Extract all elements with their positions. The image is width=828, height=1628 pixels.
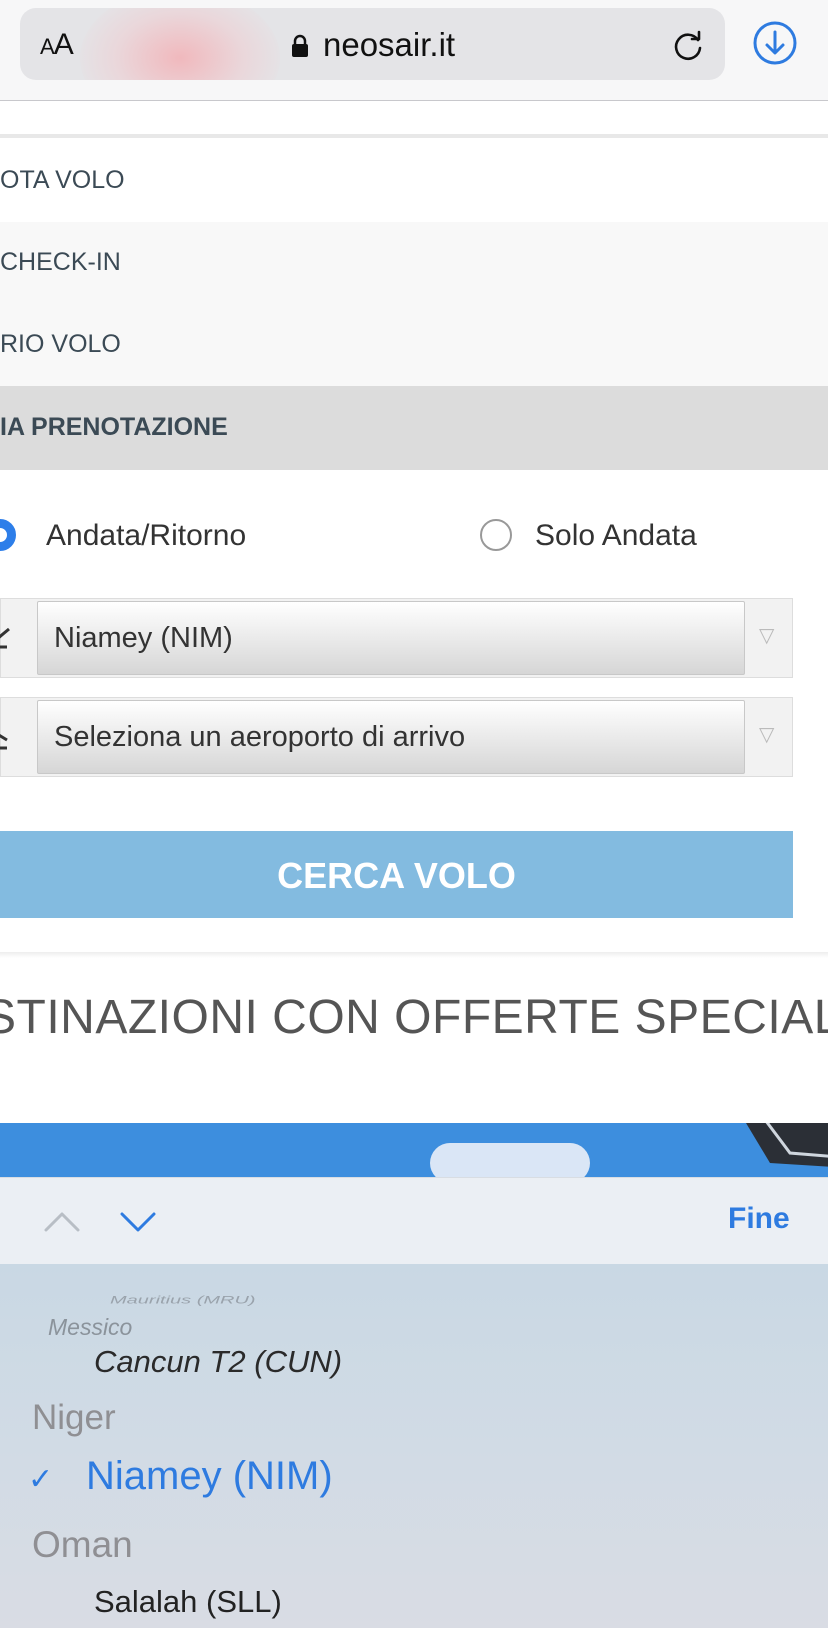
menu-item-label: RIO VOLO [0,330,121,358]
text-size-button[interactable]: AA [40,28,74,62]
radio-label-solo-andata[interactable]: Solo Andata [535,519,697,553]
picker-group-label: Messico [48,1314,133,1340]
picker-option[interactable]: Cancun T2 (CUN) [94,1344,342,1380]
arrival-select[interactable]: Seleziona un aeroporto di arrivo ▽ [0,697,793,777]
url-text: neosair.it [323,26,456,63]
chevron-down-icon: ▽ [759,724,775,746]
trip-type-group: Andata/Ritorno Solo Andata [0,505,828,565]
arrival-placeholder: Seleziona un aeroporto di arrivo [54,721,466,753]
chevron-up-icon[interactable] [42,1204,82,1238]
checkmark-icon: ✓ [28,1463,54,1496]
picker-option[interactable]: Mauritius (MRU) [110,1294,256,1307]
airport-picker-wheel[interactable]: Mauritius (MRU) Messico Cancun T2 (CUN) … [0,1264,828,1628]
special-offers-heading: STINAZIONI CON OFFERTE SPECIALI [0,991,828,1044]
arrival-select-box[interactable]: Seleziona un aeroporto di arrivo [37,700,745,774]
picker-toolbar: Fine [0,1177,828,1265]
picker-option-selected[interactable]: Niamey (NIM) [86,1454,333,1499]
takeoff-icon [0,627,10,649]
menu-item-check-in[interactable]: CHECK-IN [0,222,828,304]
lock-icon [292,34,308,57]
menu-item-label: OTA VOLO [0,166,125,194]
download-icon[interactable] [752,20,798,66]
address-bar[interactable]: AA neosair.it [20,8,725,80]
chevron-down-icon[interactable] [118,1204,158,1238]
radio-solo-andata[interactable] [480,519,512,551]
menu-item-stato-volo[interactable]: OTA VOLO [0,140,828,222]
form-shadow [0,952,828,958]
menu-item-orario-volo[interactable]: RIO VOLO [0,304,828,386]
chevron-down-icon: ▽ [759,625,775,647]
radio-label-andata-ritorno[interactable]: Andata/Ritorno [46,519,246,553]
address-bar-glow [80,8,280,80]
menu-item-label: CHECK-IN [0,248,121,276]
picker-option[interactable]: Salalah (SLL) [94,1584,282,1620]
departure-value: Niamey (NIM) [54,622,233,654]
picker-group-label: Oman [32,1524,133,1565]
search-flight-button[interactable]: CERCA VOLO [0,831,793,918]
departure-select-box[interactable]: Niamey (NIM) [37,601,745,675]
picker-group-label: Niger [32,1398,116,1437]
landing-icon [0,734,8,750]
done-button[interactable]: Fine [728,1202,790,1236]
departure-select[interactable]: Niamey (NIM) ▽ [0,598,793,678]
section-header-prenotazione[interactable]: IA PRENOTAZIONE [0,386,828,470]
reload-icon[interactable] [670,28,706,64]
section-header-label: IA PRENOTAZIONE [0,413,228,441]
browser-toolbar: AA neosair.it [0,0,828,101]
radio-andata-ritorno[interactable] [0,519,16,551]
airplane-wing-image [746,1123,828,1167]
menu-divider [0,134,828,138]
